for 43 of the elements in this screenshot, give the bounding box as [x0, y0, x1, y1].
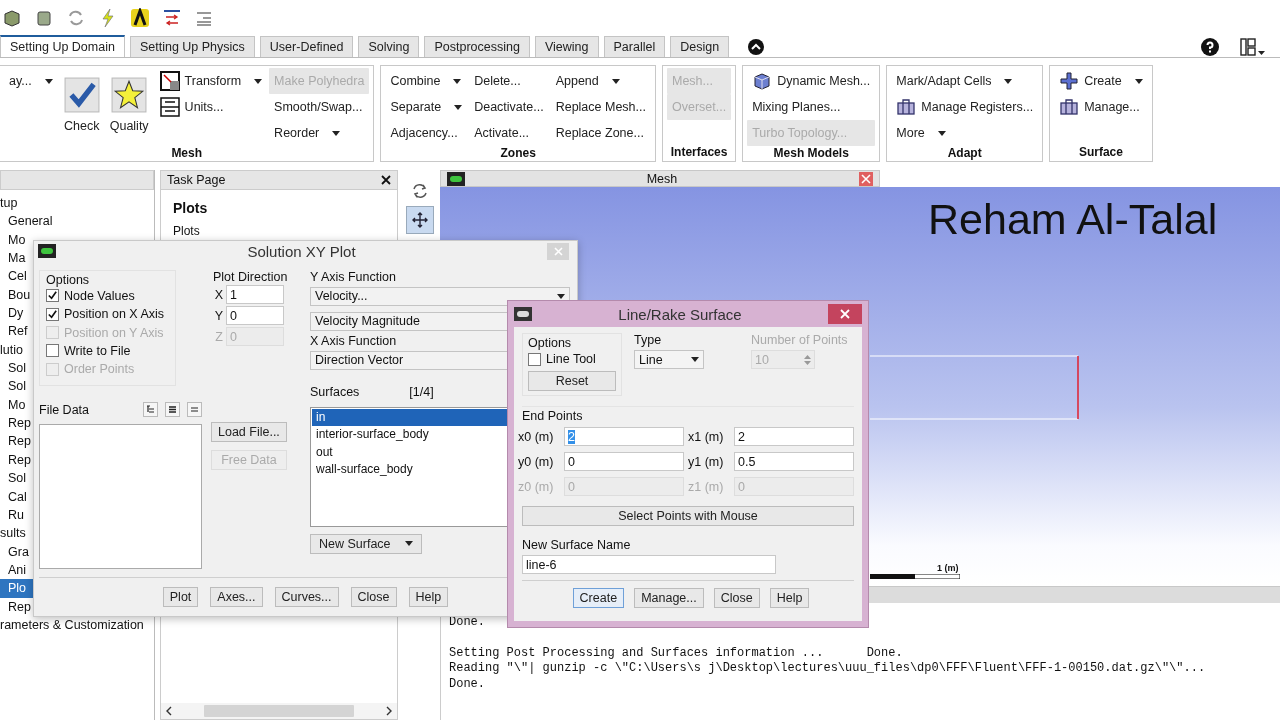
field-label: New Surface Name: [522, 538, 632, 553]
field-label: Number of Points: [751, 333, 848, 347]
field-label: X Axis Function: [310, 333, 397, 348]
group-title: Interfaces: [669, 145, 729, 161]
console-line: Done.: [449, 677, 486, 693]
page-heading: Plots: [173, 200, 209, 216]
group-label: Options: [528, 336, 573, 350]
group-label: Options: [46, 272, 91, 287]
field-label: x0 (m): [518, 429, 555, 444]
field-label: y0 (m): [518, 454, 555, 469]
group-title: Mesh Models: [772, 146, 850, 161]
group-title: Zones: [499, 146, 537, 161]
section-label: Plots: [173, 224, 201, 238]
scale-label: 1 (m): [937, 563, 959, 574]
selection-count: [1/4]: [409, 384, 434, 399]
group-label: Plot Direction: [213, 269, 289, 284]
dialog-title: Line/Rake Surface: [617, 305, 743, 323]
field-label: X: [213, 287, 223, 302]
group-title: Adapt: [946, 146, 983, 161]
field-label: y1 (m): [688, 454, 725, 469]
group-label: File Data: [39, 402, 91, 417]
group-title: Surface: [1077, 145, 1124, 161]
field-label: Surfaces: [310, 384, 360, 399]
checkbox-label: Order Points: [64, 362, 135, 377]
dialog-title: Solution XY Plot: [246, 242, 357, 260]
console-line: Reading "\"| gunzip -c \"C:\Users\s j\Desktop\lectures\uuu_files\dp0\FFF\Fluent\FFF-1-00150.dat.gz\"\"...: [449, 661, 1207, 677]
field-label: Z: [214, 329, 223, 344]
field-label: Y Axis Function: [310, 269, 396, 284]
panel-title: Task Page: [167, 173, 226, 187]
console-line: Setting Post Processing and Surfaces information ... Done.: [449, 646, 904, 662]
checkbox-label: Node Values: [64, 288, 135, 303]
field-label: z0 (m): [518, 479, 555, 494]
field-label: x1 (m): [688, 429, 725, 444]
caption-text: Reham Al-Talal: [928, 195, 1218, 245]
field-label: z1 (m): [688, 479, 725, 494]
field-label: Type: [634, 333, 663, 347]
console-line: Done.: [449, 615, 486, 631]
checkbox-label: Position on Y Axis: [64, 325, 164, 340]
group-title: Mesh: [170, 146, 204, 161]
checkbox-label: Write to File: [64, 344, 131, 358]
window-title: Mesh: [645, 171, 679, 186]
field-label: Y: [213, 308, 223, 323]
checkbox-label: Position on X Axis: [64, 307, 165, 322]
